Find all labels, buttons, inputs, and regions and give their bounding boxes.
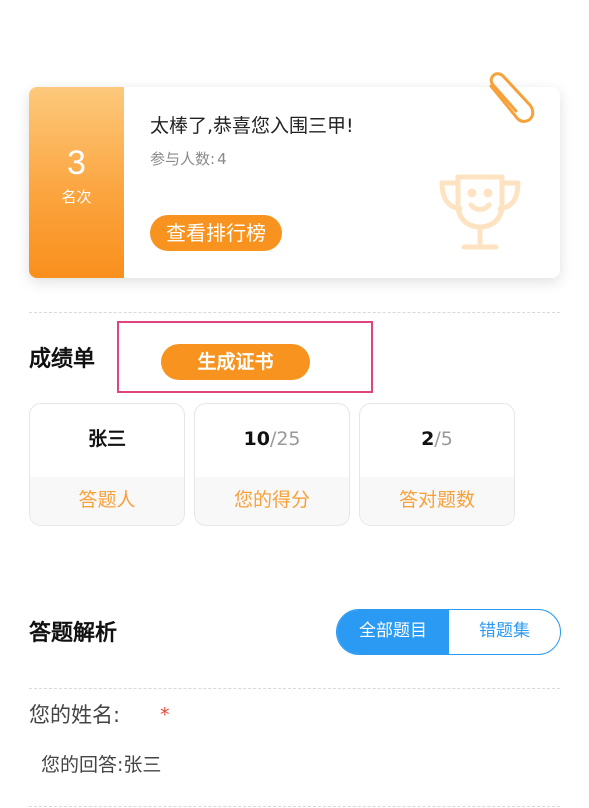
- stat-card-correct: 2/5 答对题数: [359, 403, 515, 526]
- stat-card-score: 10/25 您的得分: [194, 403, 350, 526]
- stat-value: 2/5: [360, 426, 514, 452]
- stat-value-total: /5: [434, 428, 453, 450]
- participant-count-label: 参与人数:: [150, 150, 216, 168]
- answer-label: 您的回答:: [41, 754, 124, 776]
- question-filter-toggle: 全部题目 错题集: [336, 609, 561, 655]
- paperclip-icon: [489, 72, 535, 123]
- rank-number: 3: [67, 144, 86, 182]
- tab-all-questions[interactable]: 全部题目: [337, 610, 449, 654]
- divider: [29, 688, 560, 689]
- question-label: 您的姓名:: [29, 703, 121, 727]
- stat-value-main: 10: [243, 428, 270, 450]
- stat-value-main: 2: [421, 428, 435, 450]
- congrats-message: 太棒了,恭喜您入围三甲!: [150, 115, 354, 137]
- tab-wrong-questions[interactable]: 错题集: [449, 610, 560, 654]
- rank-unit: 名次: [61, 188, 92, 206]
- stat-value: 10/25: [195, 426, 349, 452]
- required-mark: *: [160, 704, 170, 726]
- analysis-title: 答题解析: [29, 621, 118, 646]
- stat-label: 您的得分: [195, 477, 349, 525]
- score-sheet-title: 成绩单: [29, 347, 96, 372]
- answer-value: 张三: [123, 754, 162, 776]
- stat-label: 答对题数: [360, 477, 514, 525]
- trophy-icon: [439, 174, 521, 250]
- highlight-box: [117, 321, 373, 393]
- participant-count-value: 4: [217, 150, 227, 168]
- divider: [29, 806, 560, 807]
- divider: [29, 312, 560, 313]
- stat-value-total: /25: [269, 428, 301, 450]
- stat-label: 答题人: [30, 477, 184, 525]
- view-leaderboard-button[interactable]: 查看排行榜: [150, 215, 282, 251]
- question-answer: 您的回答:张三: [41, 752, 161, 778]
- rank-badge: 3 名次: [29, 87, 124, 278]
- stat-value-main: 张三: [87, 428, 126, 450]
- rank-card: 3 名次 太棒了,恭喜您入围三甲! 参与人数: 4 查看排行榜: [29, 87, 560, 278]
- stat-card-respondent: 张三 答题人: [29, 403, 185, 526]
- stat-value: 张三: [30, 426, 184, 452]
- participant-count: 参与人数: 4: [150, 149, 227, 169]
